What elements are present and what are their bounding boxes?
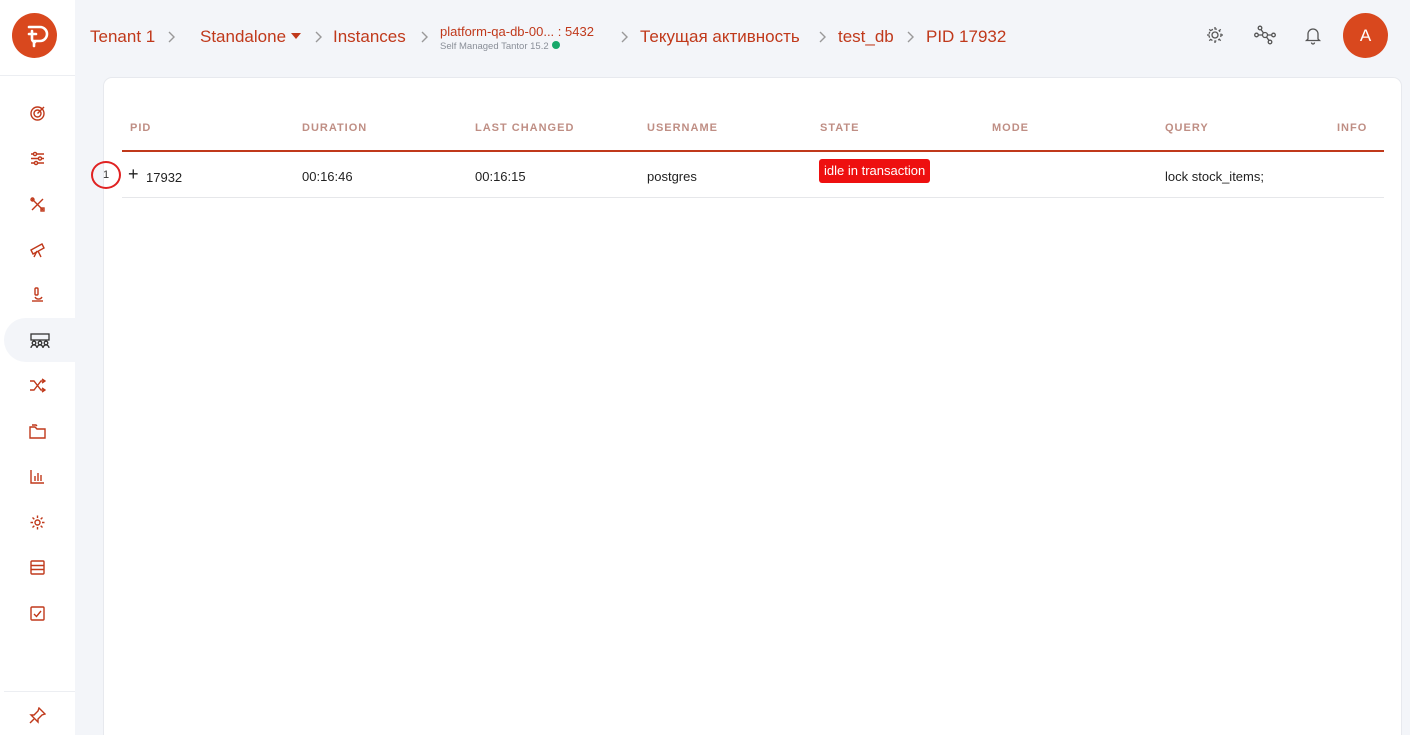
sidebar-item-telescope[interactable]: [0, 227, 75, 271]
chevron-right-icon: [418, 30, 430, 44]
sidebar-item-checklist[interactable]: [0, 591, 75, 635]
sidebar-item-folders[interactable]: [0, 409, 75, 453]
folders-icon: [29, 423, 46, 439]
table-header-divider: [122, 150, 1384, 152]
breadcrumb-database[interactable]: test_db: [838, 27, 894, 47]
column-header-username[interactable]: USERNAME: [647, 122, 718, 134]
breadcrumb-activity[interactable]: Текущая активность: [640, 27, 800, 47]
cell-duration: 00:16:46: [302, 169, 353, 184]
instance-subtitle: Self Managed Tantor 15.2: [440, 41, 560, 52]
instance-version: Self Managed Tantor 15.2: [440, 41, 549, 52]
checklist-icon: [30, 605, 45, 621]
chevron-right-icon: [165, 30, 177, 44]
annotation-marker: 1: [91, 161, 121, 189]
pin-icon: [29, 706, 46, 724]
microscope-icon: [32, 286, 43, 302]
sidebar: [0, 0, 75, 735]
caret-down-icon: [291, 33, 302, 39]
sidebar-item-chart[interactable]: [0, 454, 75, 498]
cell-query: lock stock_items;: [1165, 169, 1264, 184]
network-icon: [1254, 25, 1276, 45]
chevron-right-icon: [312, 30, 324, 44]
sidebar-item-sliders[interactable]: [0, 136, 75, 180]
sidebar-item-tools[interactable]: [0, 182, 75, 226]
database-icon: [30, 559, 45, 575]
column-header-pid[interactable]: PID: [130, 122, 151, 134]
column-header-query[interactable]: QUERY: [1165, 122, 1209, 134]
sidebar-item-shuffle[interactable]: [0, 363, 75, 407]
chevron-right-icon: [618, 30, 630, 44]
column-header-duration[interactable]: DURATION: [302, 122, 367, 134]
sidebar-item-database[interactable]: [0, 545, 75, 589]
sidebar-divider: [0, 75, 75, 76]
pin-sidebar-button[interactable]: [0, 693, 75, 735]
breadcrumb-tenant[interactable]: Tenant 1: [90, 27, 155, 47]
sidebar-divider: [4, 691, 75, 692]
bar-chart-icon: [30, 469, 44, 484]
chevron-right-icon: [904, 30, 916, 44]
expand-row-button[interactable]: +: [128, 164, 139, 184]
cell-pid: 17932: [146, 170, 183, 185]
cell-username: postgres: [647, 169, 697, 184]
settings-button[interactable]: [1205, 25, 1225, 45]
sliders-icon: [31, 151, 44, 165]
status-ok-icon: [551, 41, 560, 49]
top-header: Tenant 1 Standalone Instances platform-q…: [75, 0, 1410, 75]
sidebar-item-users[interactable]: [4, 318, 75, 362]
notifications-button[interactable]: [1303, 25, 1323, 45]
activity-table-card: PID DURATION LAST CHANGED USERNAME STATE…: [103, 77, 1402, 735]
table-row-divider: [122, 197, 1384, 198]
breadcrumb-standalone-label: Standalone: [200, 27, 287, 46]
logo-icon: [27, 25, 48, 47]
state-badge: idle in transaction: [819, 159, 931, 183]
users-icon: [29, 332, 50, 348]
tools-icon: [30, 196, 45, 212]
sidebar-item-microscope[interactable]: [0, 272, 75, 316]
user-avatar[interactable]: A: [1343, 13, 1388, 58]
breadcrumb-standalone[interactable]: Standalone: [200, 27, 302, 47]
column-header-mode[interactable]: MODE: [992, 122, 1029, 134]
sidebar-item-settings[interactable]: [0, 500, 75, 544]
topology-button[interactable]: [1254, 25, 1276, 45]
column-header-last-changed[interactable]: LAST CHANGED: [475, 122, 574, 134]
bell-icon: [1304, 28, 1322, 45]
app-logo[interactable]: [12, 13, 57, 58]
breadcrumb-instances[interactable]: Instances: [333, 27, 406, 47]
shuffle-icon: [30, 377, 46, 393]
column-header-state[interactable]: STATE: [820, 122, 859, 134]
gear-icon: [1207, 27, 1223, 43]
sidebar-item-target[interactable]: [0, 91, 75, 135]
telescope-icon: [30, 242, 45, 257]
breadcrumb-instance[interactable]: platform-qa-db-00... : 5432: [440, 24, 594, 39]
breadcrumb-pid: PID 17932: [926, 27, 1007, 46]
column-header-info[interactable]: INFO: [1337, 122, 1367, 134]
chevron-right-icon: [816, 30, 828, 44]
gear-icon: [30, 515, 45, 529]
target-icon: [30, 105, 45, 121]
cell-last-changed: 00:16:15: [475, 169, 526, 184]
